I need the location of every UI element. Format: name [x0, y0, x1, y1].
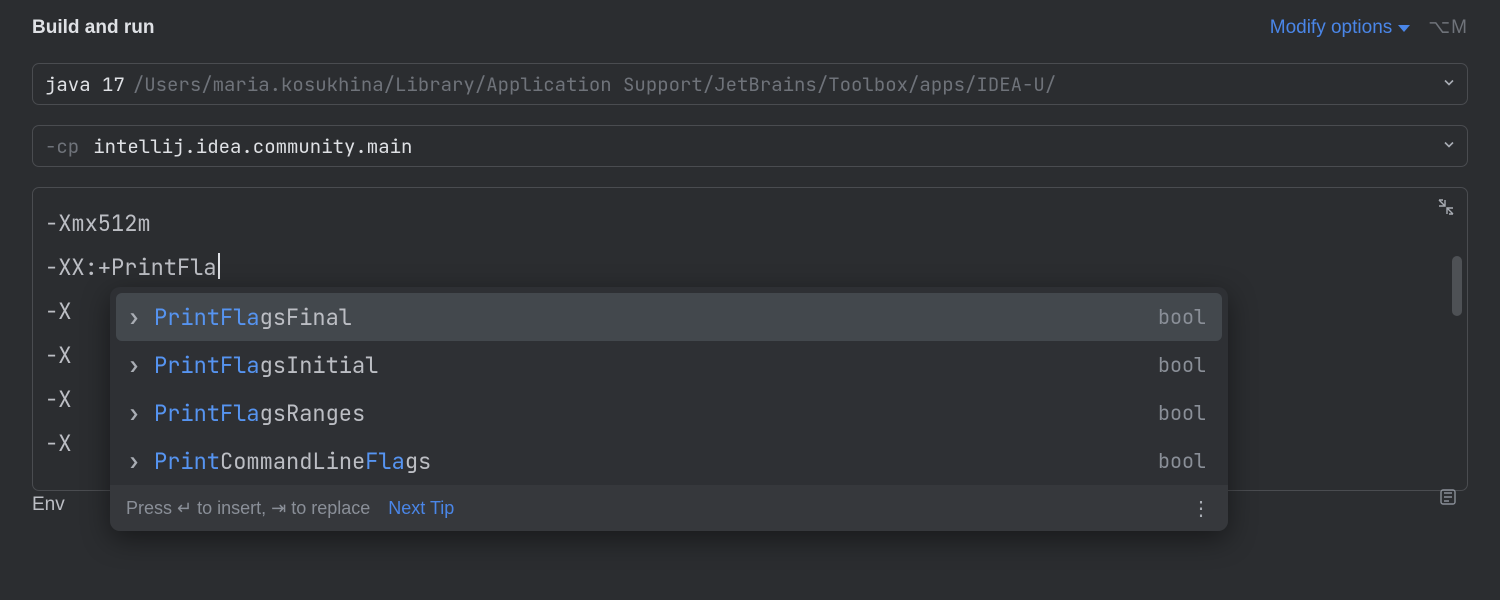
- scrollbar-thumb[interactable]: [1452, 256, 1462, 316]
- autocomplete-item-label: PrintCommandLineFlags: [154, 447, 431, 476]
- autocomplete-item[interactable]: › PrintFlagsInitial bool: [116, 341, 1222, 389]
- classpath-flag: -cp: [45, 134, 79, 159]
- modify-options-link[interactable]: Modify options: [1270, 17, 1411, 39]
- shortcut-hint: ⌥M: [1428, 16, 1468, 39]
- autocomplete-item-type: bool: [1158, 400, 1206, 426]
- chevron-right-icon: ›: [124, 399, 144, 428]
- chevron-down-icon[interactable]: [1441, 72, 1457, 97]
- autocomplete-item-type: bool: [1158, 304, 1206, 330]
- env-label-peek: Env: [32, 494, 65, 516]
- jdk-path: /Users/maria.kosukhina/Library/Applicati…: [133, 72, 1056, 97]
- section-title: Build and run: [32, 17, 154, 39]
- expand-icon[interactable]: [1438, 487, 1458, 512]
- jdk-selector[interactable]: java 17 /Users/maria.kosukhina/Library/A…: [32, 63, 1468, 105]
- autocomplete-item-type: bool: [1158, 352, 1206, 378]
- autocomplete-item[interactable]: › PrintCommandLineFlags bool: [116, 437, 1222, 485]
- chevron-down-icon[interactable]: [1441, 134, 1457, 159]
- autocomplete-popup: › PrintFlagsFinal bool › PrintFlagsIniti…: [110, 287, 1228, 531]
- vm-option-line: -Xmx512m: [45, 202, 1421, 246]
- autocomplete-item[interactable]: › PrintFlagsFinal bool: [116, 293, 1222, 341]
- chevron-right-icon: ›: [124, 447, 144, 476]
- more-menu-icon[interactable]: ⋮: [1191, 496, 1212, 521]
- autocomplete-item-label: PrintFlagsRanges: [154, 399, 365, 428]
- autocomplete-item-type: bool: [1158, 448, 1206, 474]
- chevron-right-icon: ›: [124, 351, 144, 380]
- modify-options-label: Modify options: [1270, 17, 1393, 39]
- next-tip-link[interactable]: Next Tip: [388, 498, 454, 519]
- autocomplete-item-label: PrintFlagsInitial: [154, 351, 378, 380]
- chevron-right-icon: ›: [124, 303, 144, 332]
- vm-option-line: -XX:+PrintFla: [45, 246, 1421, 290]
- autocomplete-item-label: PrintFlagsFinal: [154, 303, 352, 332]
- text-caret: [218, 253, 220, 279]
- chevron-down-icon: [1398, 25, 1410, 32]
- classpath-selector[interactable]: -cp intellij.idea.community.main: [32, 125, 1468, 167]
- jdk-version: java 17: [45, 72, 125, 97]
- collapse-icon[interactable]: [1435, 196, 1457, 218]
- autocomplete-item[interactable]: › PrintFlagsRanges bool: [116, 389, 1222, 437]
- popup-insert-hint: Press ↵ to insert, ⇥ to replace: [126, 498, 370, 519]
- classpath-value: intellij.idea.community.main: [93, 134, 412, 159]
